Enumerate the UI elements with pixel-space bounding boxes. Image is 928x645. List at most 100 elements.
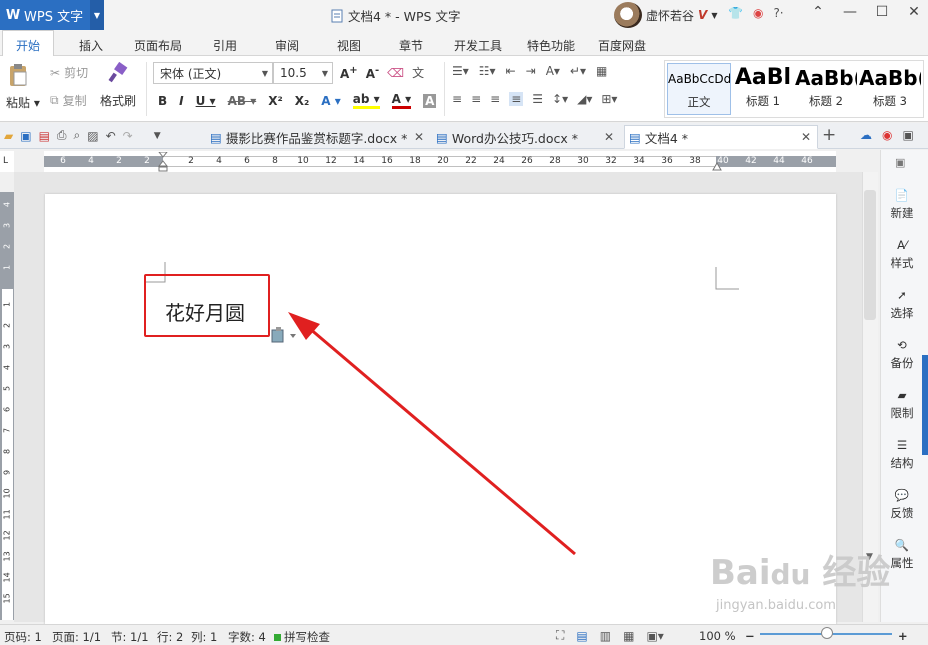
scrollbar-thumb[interactable] — [864, 190, 876, 320]
pane-toggle-icon[interactable]: ▣ — [895, 156, 905, 169]
subscript-icon[interactable]: X₂ — [295, 94, 310, 108]
spellcheck-icon[interactable]: ▨ — [87, 129, 98, 143]
chevron-down-icon[interactable]: ▼ — [90, 0, 104, 30]
shrink-font-icon[interactable]: A- — [366, 65, 379, 81]
bullet-list-icon[interactable]: ☰▾ — [452, 64, 469, 78]
status-page-code[interactable]: 页码: 1 — [4, 629, 42, 645]
close-icon[interactable]: ✕ — [898, 4, 928, 20]
tab-developer[interactable]: 开发工具 — [454, 37, 502, 54]
table-icon[interactable]: ▦ — [596, 64, 607, 78]
cloud-icon[interactable]: ☁ — [860, 128, 872, 142]
border-icon[interactable]: ⊞▾ — [601, 92, 617, 106]
highlight-icon[interactable]: ab ▾ — [352, 92, 380, 109]
undo-icon[interactable]: ↶ — [106, 129, 116, 143]
cut-button[interactable]: ✂ 剪切 — [50, 64, 88, 81]
close-icon[interactable]: ✕ — [801, 130, 811, 144]
justify-icon[interactable]: ≡ — [509, 92, 524, 106]
outline-view-icon[interactable]: ▥ — [600, 629, 611, 643]
text-direction-icon[interactable]: A▾ — [546, 64, 560, 78]
weibo-icon[interactable]: ◉ — [753, 6, 763, 20]
status-word-count[interactable]: 字数: 4 — [228, 629, 266, 645]
tab-document-word-tips[interactable]: ▤ Word办公技巧.docx * ✕ — [432, 125, 620, 149]
web-view-icon[interactable]: ▦ — [623, 629, 634, 643]
apps-icon[interactable]: ▣ — [902, 128, 913, 142]
tab-features[interactable]: 特色功能 — [527, 37, 575, 54]
zoom-out-icon[interactable]: − — [745, 629, 755, 643]
zoom-level[interactable]: 100 % — [699, 629, 736, 643]
align-left-icon[interactable]: ≡ — [452, 92, 462, 106]
style-heading-1[interactable]: AaBl 标题 1 — [733, 63, 793, 115]
open-icon[interactable]: ▰ — [4, 129, 13, 143]
skin-icon[interactable]: 👕 — [728, 6, 743, 20]
char-shading-icon[interactable]: A — [423, 93, 437, 108]
reading-view-icon[interactable]: ▣▾ — [646, 629, 663, 643]
phonetic-icon[interactable]: 文 — [412, 64, 424, 81]
tab-review[interactable]: 审阅 — [275, 37, 299, 54]
zoom-in-icon[interactable]: + — [898, 629, 908, 643]
line-spacing-icon[interactable]: ↕▾ — [552, 92, 568, 106]
page-view-icon[interactable]: ▤ — [576, 629, 587, 643]
underline-icon[interactable]: U ▾ — [196, 94, 216, 108]
status-section[interactable]: 节: 1/1 — [111, 629, 149, 645]
tab-view[interactable]: 视图 — [337, 37, 361, 54]
increase-indent-icon[interactable]: ⇥ — [526, 64, 536, 78]
sidebar-item-new[interactable]: 📄 新建 — [881, 188, 923, 221]
text-effect-icon[interactable]: A ▾ — [321, 94, 341, 108]
sidebar-item-styles[interactable]: A⁄ 样式 — [881, 238, 923, 271]
sidebar-item-structure[interactable]: ☰ 结构 — [881, 438, 923, 471]
collapse-ribbon-icon[interactable]: ⌃ — [802, 4, 834, 20]
export-pdf-icon[interactable]: ▤ — [39, 129, 50, 143]
font-name-select[interactable]: 宋体 (正文) ▼ — [153, 62, 273, 84]
tab-references[interactable]: 引用 — [213, 37, 237, 54]
style-normal[interactable]: AaBbCcDd 正文 — [667, 63, 731, 115]
help-icon[interactable]: ?· — [773, 6, 783, 20]
format-painter-button[interactable]: 格式刷 — [100, 62, 136, 109]
tab-baidu-netdisk[interactable]: 百度网盘 — [598, 37, 646, 54]
ruler-corner[interactable]: L — [0, 151, 14, 172]
horizontal-ruler[interactable]: 6 4 2 2 2 4 6 8 10 12 14 16 18 20 22 24 26 28 30 32 34 36 38 40… — [44, 151, 836, 172]
sidebar-item-select[interactable]: ➚ 选择 — [881, 288, 923, 321]
decrease-indent-icon[interactable]: ⇤ — [506, 64, 516, 78]
tab-document-4[interactable]: ▤ 文档4 * ✕ — [624, 125, 818, 149]
sidebar-item-backup[interactable]: ⟲ 备份 — [881, 338, 923, 371]
line-break-icon[interactable]: ↵▾ — [570, 64, 586, 78]
strikethrough-icon[interactable]: AB ▾ — [228, 94, 257, 108]
align-center-icon[interactable]: ≡ — [471, 92, 481, 106]
redo-icon[interactable]: ↷ — [123, 129, 133, 143]
sidebar-item-feedback[interactable]: 💬 反馈 — [881, 488, 923, 521]
status-row[interactable]: 行: 2 — [157, 629, 183, 645]
print-preview-icon[interactable]: ⌕ — [74, 128, 81, 143]
chevron-down-icon[interactable]: ▼ — [711, 11, 717, 20]
paste-button[interactable]: 粘贴 ▾ — [6, 62, 40, 111]
superscript-icon[interactable]: X² — [268, 94, 283, 108]
bold-icon[interactable]: B — [158, 94, 167, 108]
copy-button[interactable]: ⧉ 复制 — [50, 92, 87, 109]
share-icon[interactable]: ◉ — [882, 128, 892, 142]
tab-chapter[interactable]: 章节 — [399, 37, 423, 54]
app-menu-button[interactable]: W WPS 文字 ▼ — [0, 0, 104, 30]
new-tab-icon[interactable]: + — [822, 125, 836, 145]
close-icon[interactable]: ✕ — [604, 130, 614, 144]
avatar[interactable] — [614, 2, 642, 28]
sidebar-item-restrict[interactable]: ▰ 限制 — [881, 388, 923, 421]
align-right-icon[interactable]: ≡ — [490, 92, 500, 106]
user-account[interactable]: 虚怀若谷 V ▼ — [614, 2, 717, 28]
indent-marker[interactable] — [158, 152, 168, 172]
shading-icon[interactable]: ◢▾ — [577, 92, 592, 106]
save-icon[interactable]: ▣ — [20, 129, 31, 143]
numbered-list-icon[interactable]: ☷▾ — [479, 64, 496, 78]
right-indent-marker[interactable] — [712, 161, 722, 171]
fullscreen-icon[interactable]: ⛶ — [556, 628, 564, 643]
distributed-icon[interactable]: ☰ — [532, 92, 543, 106]
italic-icon[interactable]: I — [179, 94, 183, 108]
tab-document-photo[interactable]: ▤ 摄影比赛作品鉴赏标题字.docx * ✕ — [206, 125, 430, 149]
close-icon[interactable]: ✕ — [414, 130, 424, 144]
tab-insert[interactable]: 插入 — [79, 37, 103, 54]
status-page[interactable]: 页面: 1/1 — [52, 629, 101, 645]
minimize-icon[interactable]: — — [834, 4, 866, 20]
style-heading-2[interactable]: AaBb( 标题 2 — [795, 63, 857, 115]
print-icon[interactable]: ⎙ — [57, 128, 67, 143]
tab-page-layout[interactable]: 页面布局 — [134, 37, 182, 54]
clear-format-icon[interactable]: ⌫ — [387, 66, 404, 80]
spell-check-toggle[interactable]: 拼写检查 — [274, 629, 330, 645]
